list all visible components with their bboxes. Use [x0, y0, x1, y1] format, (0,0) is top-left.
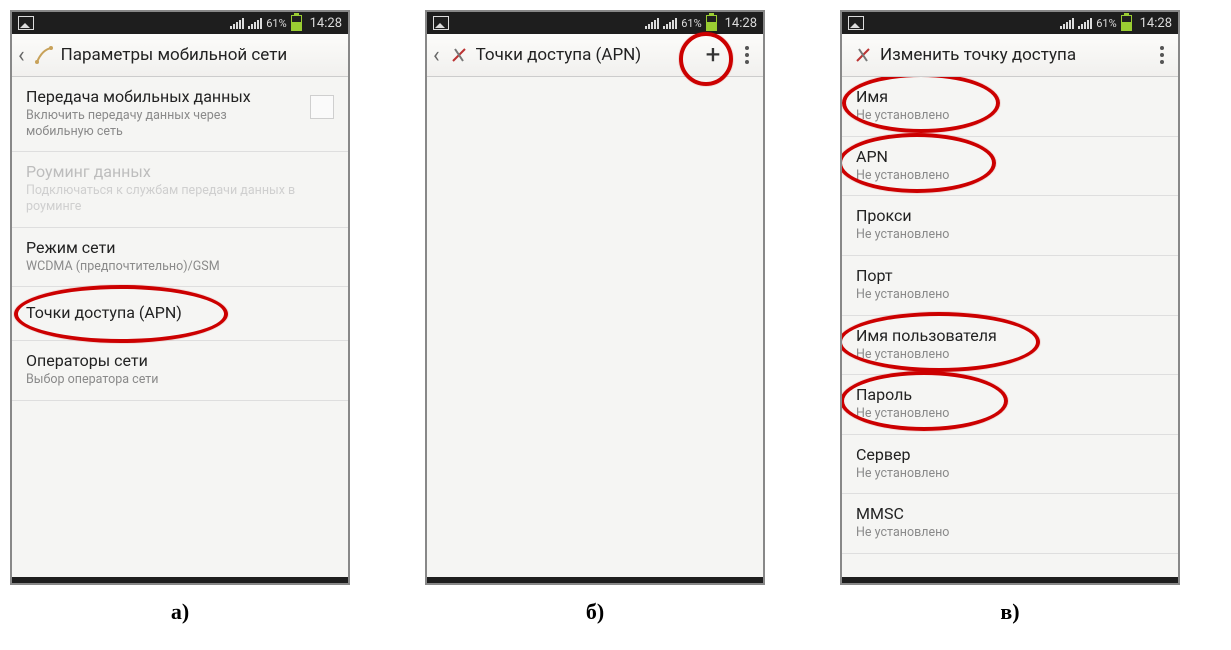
picture-icon: [433, 16, 449, 30]
nav-strip: [842, 577, 1178, 583]
item-roaming: Роуминг данных Подключаться к службам пе…: [12, 152, 348, 227]
caption-b: б): [586, 599, 604, 625]
field-username[interactable]: Имя пользователя Не установлено: [842, 316, 1178, 376]
status-bar: 61% 14:28: [12, 12, 348, 34]
field-port[interactable]: Порт Не установлено: [842, 256, 1178, 316]
field-value: Не установлено: [856, 287, 1126, 303]
field-label: MMSC: [856, 504, 1164, 523]
field-value: Не установлено: [856, 525, 1126, 541]
field-label: Порт: [856, 266, 1164, 285]
picture-icon: [18, 16, 34, 30]
back-icon[interactable]: ‹: [16, 43, 27, 68]
title-bar: Изменить точку доступа: [842, 34, 1178, 77]
overflow-menu-icon[interactable]: [1152, 42, 1172, 68]
item-sub: WCDMA (предпочтительно)/GSM: [26, 259, 296, 275]
back-icon[interactable]: ‹: [431, 43, 442, 68]
item-label: Режим сети: [26, 238, 334, 257]
phone-a: 61% 14:28 ‹ Параметры мобильной сети Пер…: [10, 10, 350, 585]
phone-b: 61% 14:28 ‹ Точки доступа (APN) +: [425, 10, 765, 585]
item-sub: Включить передачу данных через мобильную…: [26, 108, 296, 139]
item-sub: Выбор оператора сети: [26, 372, 296, 388]
signal-icon: [663, 17, 677, 29]
title-bar: ‹ Точки доступа (APN) +: [427, 34, 763, 77]
nav-strip: [12, 577, 348, 583]
field-mmsc[interactable]: MMSC Не установлено: [842, 494, 1178, 554]
field-label: Сервер: [856, 445, 1164, 464]
screen-title: Изменить точку доступа: [880, 45, 1146, 65]
battery-icon: [1121, 15, 1132, 31]
checkbox-icon[interactable]: [310, 95, 334, 119]
item-operators[interactable]: Операторы сети Выбор оператора сети: [12, 341, 348, 401]
item-apn[interactable]: Точки доступа (APN): [12, 287, 348, 341]
field-label: Прокси: [856, 206, 1164, 225]
item-sub: Подключаться к службам передачи данных в…: [26, 183, 296, 214]
item-network-mode[interactable]: Режим сети WCDMA (предпочтительно)/GSM: [12, 228, 348, 288]
screen-title: Параметры мобильной сети: [61, 45, 342, 65]
field-value: Не установлено: [856, 347, 1126, 363]
add-apn-button[interactable]: +: [695, 40, 731, 70]
signal-icon: [1078, 17, 1092, 29]
battery-icon: [291, 15, 302, 31]
field-apn[interactable]: APN Не установлено: [842, 137, 1178, 197]
status-bar: 61% 14:28: [427, 12, 763, 34]
field-label: Имя: [856, 87, 1164, 106]
field-label: APN: [856, 147, 1164, 166]
app-icon: [448, 44, 470, 66]
field-label: Имя пользователя: [856, 326, 1164, 345]
field-name[interactable]: Имя Не установлено: [842, 77, 1178, 137]
apn-list: [427, 77, 763, 577]
field-proxy[interactable]: Прокси Не установлено: [842, 196, 1178, 256]
screen-title: Точки доступа (APN): [476, 45, 689, 65]
signal-icon: [248, 17, 262, 29]
item-mobile-data[interactable]: Передача мобильных данных Включить перед…: [12, 77, 348, 152]
item-label: Роуминг данных: [26, 162, 334, 181]
status-bar: 61% 14:28: [842, 12, 1178, 34]
battery-icon: [706, 15, 717, 31]
screenshot-row: 61% 14:28 ‹ Параметры мобильной сети Пер…: [5, 10, 1231, 625]
column-b: 61% 14:28 ‹ Точки доступа (APN) + б): [425, 10, 765, 625]
item-label: Точки доступа (APN): [26, 303, 334, 322]
nav-strip: [427, 577, 763, 583]
signal-icon: [230, 17, 244, 29]
item-label: Операторы сети: [26, 351, 334, 370]
caption-c: в): [1000, 599, 1019, 625]
field-label: Пароль: [856, 385, 1164, 404]
field-value: Не установлено: [856, 466, 1126, 482]
phone-c: 61% 14:28 Изменить точку доступа Имя Не …: [840, 10, 1180, 585]
battery-percent: 61%: [681, 17, 701, 30]
field-value: Не установлено: [856, 108, 1126, 124]
signal-icon: [1060, 17, 1074, 29]
battery-percent: 61%: [1096, 17, 1116, 30]
field-server[interactable]: Сервер Не установлено: [842, 435, 1178, 495]
picture-icon: [848, 16, 864, 30]
app-icon: [852, 44, 874, 66]
battery-percent: 61%: [266, 17, 286, 30]
apn-fields-list: Имя Не установлено APN Не установлено Пр…: [842, 77, 1178, 577]
status-time: 14:28: [1140, 16, 1172, 31]
caption-a: а): [171, 599, 189, 625]
item-label: Передача мобильных данных: [26, 87, 334, 106]
status-time: 14:28: [725, 16, 757, 31]
field-password[interactable]: Пароль Не установлено: [842, 375, 1178, 435]
settings-list: Передача мобильных данных Включить перед…: [12, 77, 348, 577]
status-time: 14:28: [310, 16, 342, 31]
signal-icon: [645, 17, 659, 29]
field-value: Не установлено: [856, 227, 1126, 243]
field-value: Не установлено: [856, 168, 1126, 184]
column-c: 61% 14:28 Изменить точку доступа Имя Не …: [840, 10, 1180, 625]
app-icon: [33, 44, 55, 66]
column-a: 61% 14:28 ‹ Параметры мобильной сети Пер…: [10, 10, 350, 625]
field-value: Не установлено: [856, 406, 1126, 422]
overflow-menu-icon[interactable]: [737, 42, 757, 68]
title-bar: ‹ Параметры мобильной сети: [12, 34, 348, 77]
